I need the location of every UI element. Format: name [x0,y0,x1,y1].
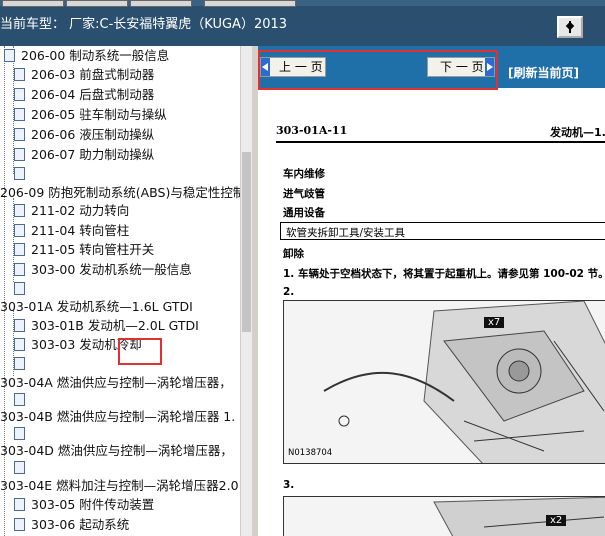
tree-item[interactable]: 211-04 转向管柱 [14,221,129,241]
tree-item[interactable] [14,279,31,299]
figure-id: N0138704 [288,448,333,458]
tree-folder[interactable]: 303-04E 燃料加注与控制—涡轮增压器2.0 [0,476,239,496]
tree-item[interactable]: 206-04 后盘式制动器 [14,85,154,105]
divider [276,141,605,143]
tree-folder[interactable]: 303-04A 燃油供应与控制—涡轮增压器， [0,373,232,393]
doc-title: 发动机—1. [550,126,605,139]
vehicle-label: 当前车型： 厂家:C-长安福特翼虎（KUGA）2013 [0,17,288,32]
figure-engine: x2 [283,496,605,536]
document-pane: 上 一 页 下 一 页 [刷新当前页] 303-01A-11 发动机—1. 车内… [258,46,605,536]
callout-label: x2 [546,515,567,526]
refresh-link[interactable]: [刷新当前页] [508,64,579,81]
tree-scrollbar[interactable] [240,46,252,536]
tree-item[interactable] [14,164,31,184]
tree-item[interactable]: 211-05 转向管柱开关 [14,240,154,260]
toolbar-tab[interactable] [204,0,296,7]
tree-folder[interactable]: 303-01A 发动机系统—1.6L GTDI [0,297,193,317]
document-icon [14,357,25,370]
toolbar-tab[interactable] [2,0,64,7]
section-label: 车内维修 [283,168,325,180]
tree-folder[interactable]: 206-09 防抱死制动系统(ABS)与稳定性控制 [0,183,240,203]
document-icon [14,68,25,81]
tool-name: 软管夹拆卸工具/安装工具 [286,227,406,239]
document-icon [14,498,25,511]
document-icon [14,128,25,141]
document-icon [14,108,25,121]
toolbar-tab[interactable] [130,0,192,7]
document-icon [14,204,25,217]
tree-item[interactable]: 303-06 起动系统 [14,515,129,535]
callout-label: x7 [484,317,505,328]
document-icon [14,393,25,406]
doc-code: 303-01A-11 [276,124,348,137]
tree-folder[interactable]: 303-04D 燃油供应与控制—涡轮增压器， [0,441,233,461]
tool-table: 软管夹拆卸工具/安装工具 [280,222,605,240]
document-icon [14,461,25,474]
tree-item[interactable] [14,354,31,374]
toolbar-tab[interactable] [66,0,128,7]
navigate-icon-diamond [565,21,575,31]
tree-item[interactable]: 303-00 发动机系统一般信息 [14,260,192,280]
tree-item[interactable]: 303-05 附件传动装置 [14,495,154,515]
step-number: 3. [283,479,295,491]
step-number: 2. [283,286,295,298]
document-icon [14,88,25,101]
scrollbar-thumb[interactable] [242,152,251,332]
document-icon [14,263,25,276]
highlight-box [118,338,162,365]
tree-item[interactable]: 206-06 液压制动操纵 [14,125,154,145]
document-icon [14,338,25,351]
highlight-box [258,50,498,90]
figure-engine: x7 N0138704 [283,300,605,464]
document-icon [14,243,25,256]
document-icon [14,427,25,440]
tree-item[interactable]: 206-03 前盘式制动器 [14,65,154,85]
tree-item[interactable]: 211-02 动力转向 [14,201,129,221]
tree-item[interactable] [14,458,31,478]
document-icon [14,224,25,237]
engine-illustration [284,301,605,463]
tree-item[interactable]: 206-00 制动系统一般信息 [4,46,169,66]
document-icon [14,167,25,180]
tree-item[interactable]: 303-01B 发动机—2.0L GTDI [14,316,199,336]
step-text: 1. 车辆处于空档状态下，将其置于起重机上。请参见第 100-02 节。 [283,268,605,280]
tree-folder[interactable]: 303-04B 燃油供应与控制—涡轮增压器 1. [0,407,235,427]
section-label: 进气歧管 [283,188,325,200]
tree-line [4,46,5,536]
section-label: 通用设备 [283,207,325,219]
tree-item[interactable]: 206-05 驻车制动与操纵 [14,105,167,125]
navigate-button[interactable] [557,16,583,38]
document-icon [14,319,25,332]
document-icon [14,148,25,161]
chapter-tree[interactable]: 206-00 制动系统一般信息 206-03 前盘式制动器 206-04 后盘式… [0,46,240,536]
document-icon [14,282,25,295]
document-icon [14,518,25,531]
document-icon [4,49,15,62]
tree-item[interactable]: 206-07 助力制动操纵 [14,145,154,165]
section-label: 卸除 [283,248,304,260]
title-bar: 当前车型： 厂家:C-长安福特翼虎（KUGA）2013 [0,0,605,46]
